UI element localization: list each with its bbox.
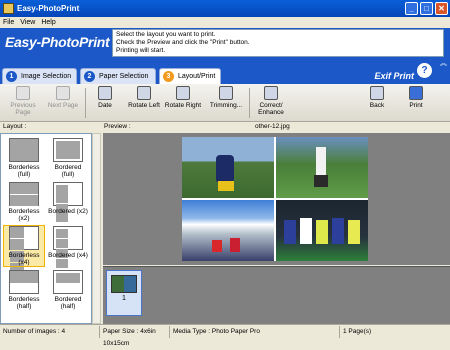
exif-print-logo: Exif Print [374,71,414,81]
menu-bar: File View Help [0,17,450,28]
crop-icon [219,86,233,100]
layout-scrollbar[interactable] [92,133,101,324]
layout-borderless-full[interactable]: Borderless (full) [4,138,44,178]
tab-label: Layout/Print [178,73,216,80]
correct-enhance-button[interactable]: Correct/ Enhance [248,86,294,120]
print-preview-sheet [182,137,368,261]
layout-borderless-x4[interactable]: Borderless (x4) [3,225,45,274]
preview-header: Preview : [104,123,131,133]
magic-wand-icon [264,86,278,100]
instruction-line: Check the Preview and click the "Print" … [116,39,250,46]
app-icon [3,3,14,14]
layout-bordered-full[interactable]: Bordered (full) [48,138,88,178]
page-thumbnail[interactable]: 1 [106,270,142,316]
page-number: 1 [122,295,126,302]
preview-filename: other-12.jpg [255,123,290,133]
layout-thumbnail [9,138,39,162]
layout-thumbnail [9,226,39,274]
banner: Easy-PhotoPrint Select the layout you wa… [0,28,450,67]
layout-header: Layout : [3,123,27,133]
minimize-button[interactable]: _ [405,2,418,15]
layout-list: Borderless (full) Bordered (full) Border… [0,133,92,324]
step-number: 3 [163,71,174,82]
menu-view[interactable]: View [20,19,35,26]
status-media-type: Media Type : Photo Paper Pro [170,325,340,338]
layout-thumbnail [53,270,83,294]
menu-help[interactable]: Help [41,19,55,26]
rotate-right-icon [176,86,190,100]
tab-paper-selection[interactable]: 2 Paper Selection [80,68,156,84]
layout-bordered-x4[interactable]: Bordered (x4) [48,226,88,268]
help-icon[interactable]: ? [417,63,432,78]
layout-thumbnail [53,182,83,222]
layout-thumbnail [9,270,39,294]
layout-thumbnail [9,182,39,206]
layout-borderless-half[interactable]: Borderless (half) [4,270,44,310]
instruction-line: Printing will start. [116,47,166,54]
status-bar: Number of images : 4 Paper Size : 4x6in … [0,324,450,347]
photo-tennis-player [182,137,274,198]
tab-layout-print[interactable]: 3 Layout/Print [159,68,221,84]
layout-borderless-x2[interactable]: Borderless (x2) [4,182,44,222]
status-image-count: Number of images : 4 [0,325,100,338]
date-button[interactable]: Date [86,86,124,120]
next-page-button[interactable]: Next Page [44,86,82,120]
instructions-box: Select the layout you want to print. Che… [112,29,444,57]
photo-mountain-cyclists [182,200,274,261]
rotate-left-button[interactable]: Rotate Left [125,86,163,120]
menu-file[interactable]: File [3,19,14,26]
trimming-button[interactable]: Trimming... [205,86,247,120]
tab-image-selection[interactable]: 1 Image Selection [2,68,77,84]
next-page-icon [56,86,70,100]
layout-thumbnail [53,138,83,162]
tab-label: Paper Selection [99,73,149,80]
page-thumbnail-strip: 1 [103,266,450,324]
preview-area [103,133,450,265]
step-number: 2 [84,71,95,82]
status-paper-size: Paper Size : 4x6in 10x15cm [100,325,170,347]
page-thumbnail-image [111,275,137,293]
instruction-line: Select the layout you want to print. [116,31,216,38]
tab-strip: 1 Image Selection 2 Paper Selection 3 La… [0,63,450,84]
app-logo: Easy-PhotoPrint [5,34,110,50]
layout-bordered-x2[interactable]: Bordered (x2) [48,182,88,222]
photo-golfer [276,137,368,198]
back-arrow-icon [370,86,384,100]
back-button[interactable]: Back [358,86,396,120]
title-bar: Easy-PhotoPrint _ □ ✕ [0,0,450,17]
previous-page-icon [16,86,30,100]
rotate-left-icon [137,86,151,100]
step-number: 1 [6,71,17,82]
layout-thumbnail [53,226,83,268]
printer-icon [409,86,423,100]
photo-tennis-team [276,200,368,261]
calendar-icon [98,86,112,100]
toolbar: Previous Page Next Page Date Rotate Left… [0,84,450,122]
print-button[interactable]: Print [397,86,435,120]
rotate-right-button[interactable]: Rotate Right [164,86,202,120]
close-button[interactable]: ✕ [435,2,448,15]
status-page-count: 1 Page(s) [343,327,372,335]
window-title: Easy-PhotoPrint [17,4,80,13]
previous-page-button[interactable]: Previous Page [4,86,42,120]
maximize-button[interactable]: □ [420,2,433,15]
tab-label: Image Selection [21,73,72,80]
layout-bordered-half[interactable]: Bordered (half) [48,270,88,310]
